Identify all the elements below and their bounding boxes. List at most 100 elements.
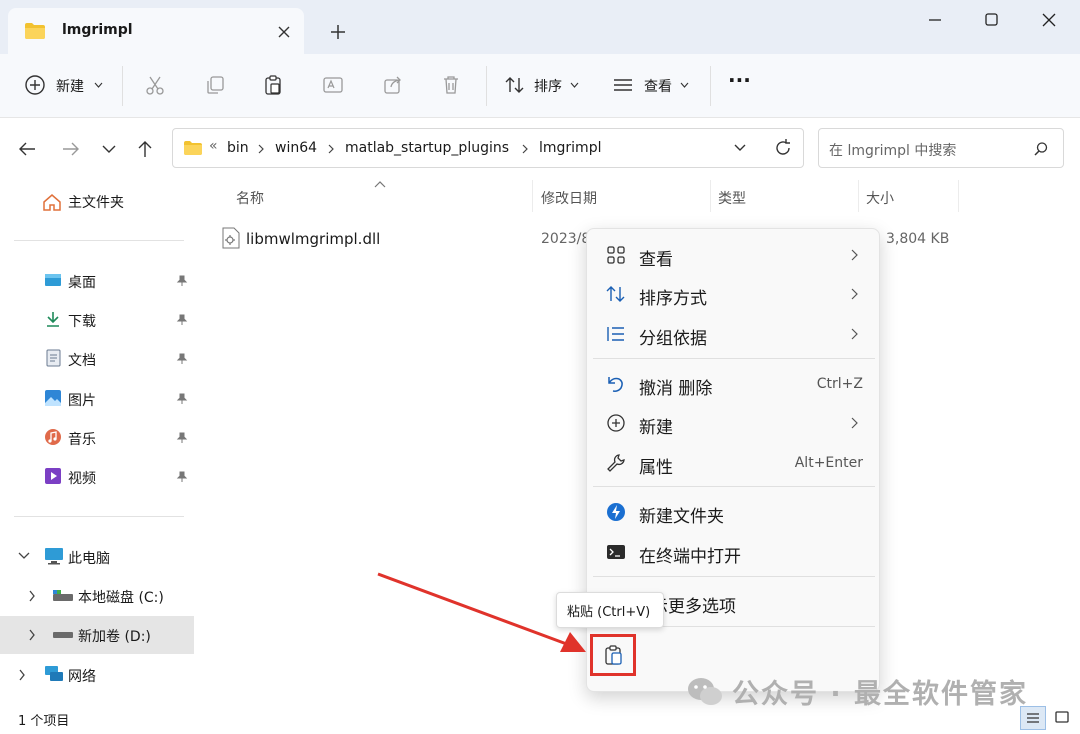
sidebar-item-network[interactable]: 网络 bbox=[0, 656, 196, 694]
menu-item-group-by[interactable]: 分组依据 bbox=[587, 315, 881, 353]
sidebar-item-label: 网络 bbox=[68, 669, 96, 685]
minimize-icon[interactable] bbox=[920, 10, 950, 30]
refresh-icon[interactable] bbox=[773, 138, 793, 158]
sidebar-item-downloads[interactable]: 下载 bbox=[0, 301, 196, 339]
details-view-icon bbox=[1027, 713, 1039, 723]
plus-circle-icon bbox=[607, 414, 625, 432]
sidebar-item-documents[interactable]: 文档 bbox=[0, 340, 196, 378]
pin-icon[interactable] bbox=[176, 275, 188, 287]
sidebar-item-pictures[interactable]: 图片 bbox=[0, 380, 196, 418]
menu-item-label: 排序方式 bbox=[639, 289, 707, 309]
delete-icon[interactable] bbox=[440, 74, 462, 96]
search-icon[interactable] bbox=[1033, 141, 1049, 157]
rename-icon[interactable] bbox=[322, 74, 344, 96]
undo-icon bbox=[608, 377, 623, 392]
maximize-icon[interactable] bbox=[976, 10, 1006, 30]
chevron-right-icon[interactable] bbox=[28, 629, 36, 641]
menu-item-properties[interactable]: 属性 Alt+Enter bbox=[587, 444, 881, 482]
grid-icon bbox=[607, 246, 625, 264]
back-icon[interactable] bbox=[16, 138, 38, 160]
sidebar-item-videos[interactable]: 视频 bbox=[0, 458, 196, 496]
close-window-icon[interactable] bbox=[1034, 10, 1064, 30]
column-divider[interactable] bbox=[858, 180, 859, 212]
sidebar-separator bbox=[14, 516, 184, 517]
chevron-right-icon[interactable] bbox=[18, 669, 26, 681]
column-divider[interactable] bbox=[958, 180, 959, 212]
music-icon bbox=[45, 429, 61, 445]
breadcrumb-item[interactable]: lmgrimpl bbox=[539, 140, 601, 156]
menu-item-new-folder[interactable]: 新建文件夹 bbox=[587, 493, 881, 531]
pin-icon[interactable] bbox=[176, 353, 188, 365]
tab-close-icon[interactable] bbox=[274, 22, 294, 42]
chevron-right-icon[interactable] bbox=[28, 590, 36, 602]
chevron-right-icon bbox=[851, 328, 858, 340]
menu-item-sort[interactable]: 排序方式 bbox=[587, 275, 881, 313]
column-header-size[interactable]: 大小 bbox=[866, 188, 894, 208]
sidebar-item-label: 此电脑 bbox=[68, 551, 110, 567]
menu-item-view[interactable]: 查看 bbox=[587, 236, 881, 274]
sidebar-item-label: 桌面 bbox=[68, 275, 96, 291]
column-divider[interactable] bbox=[532, 180, 533, 212]
share-icon[interactable] bbox=[382, 74, 404, 96]
pin-icon[interactable] bbox=[176, 314, 188, 326]
menu-item-open-terminal[interactable]: 在终端中打开 bbox=[587, 533, 881, 571]
up-icon[interactable] bbox=[134, 138, 156, 160]
menu-item-undo-delete[interactable]: 撤消 删除 Ctrl+Z bbox=[587, 365, 881, 403]
paste-button[interactable] bbox=[590, 634, 636, 676]
cut-icon[interactable] bbox=[144, 74, 166, 96]
column-header-name[interactable]: 名称 bbox=[236, 188, 264, 208]
pin-icon[interactable] bbox=[176, 471, 188, 483]
menu-item-label: 撤消 删除 bbox=[639, 379, 713, 399]
new-tab-icon[interactable] bbox=[326, 20, 350, 44]
toolbar-separator bbox=[486, 66, 487, 106]
title-bar: lmgrimpl bbox=[0, 0, 1080, 54]
sort-icon bbox=[505, 77, 524, 93]
sidebar-item-music[interactable]: 音乐 bbox=[0, 419, 196, 457]
search-box[interactable]: 在 lmgrimpl 中搜索 bbox=[818, 128, 1064, 168]
pin-icon[interactable] bbox=[176, 432, 188, 444]
sidebar-item-drive-d[interactable]: 新加卷 (D:) bbox=[0, 616, 194, 654]
chevron-right-icon bbox=[851, 417, 858, 429]
chevron-down-icon[interactable] bbox=[18, 552, 30, 560]
wechat-icon bbox=[688, 677, 722, 705]
tiles-view-toggle[interactable] bbox=[1050, 706, 1074, 730]
sidebar-item-drive-c[interactable]: 本地磁盘 (C:) bbox=[0, 577, 196, 615]
recent-locations-icon[interactable] bbox=[100, 140, 118, 158]
list-view-icon bbox=[614, 79, 632, 91]
forward-icon[interactable] bbox=[60, 138, 82, 160]
pin-icon[interactable] bbox=[176, 393, 188, 405]
sidebar-item-label: 下载 bbox=[68, 314, 96, 330]
sidebar-item-label: 新加卷 (D:) bbox=[78, 629, 151, 645]
sidebar-item-home[interactable]: 主文件夹 bbox=[0, 182, 196, 220]
copy-icon[interactable] bbox=[204, 74, 226, 96]
menu-item-new[interactable]: 新建 bbox=[587, 404, 881, 442]
lightning-icon bbox=[607, 503, 625, 521]
menu-separator bbox=[593, 486, 875, 487]
column-divider[interactable] bbox=[710, 180, 711, 212]
menu-item-label: 分组依据 bbox=[639, 329, 707, 349]
chevron-down-icon bbox=[680, 82, 689, 88]
chevron-right-icon bbox=[328, 144, 334, 154]
sidebar-item-label: 图片 bbox=[68, 393, 96, 409]
chevron-down-icon[interactable] bbox=[733, 143, 747, 153]
chevron-right-icon bbox=[522, 144, 528, 154]
sidebar-item-desktop[interactable]: 桌面 bbox=[0, 262, 196, 300]
desktop-icon bbox=[45, 274, 61, 286]
status-item-count: 1 个项目 bbox=[18, 714, 70, 729]
breadcrumb-overflow[interactable]: « bbox=[209, 138, 218, 154]
drive-icon bbox=[53, 632, 73, 638]
file-size: 3,804 KB bbox=[886, 231, 950, 247]
breadcrumb-item[interactable]: bin bbox=[227, 140, 249, 156]
toolbar-separator bbox=[710, 66, 711, 106]
column-header-modified[interactable]: 修改日期 bbox=[541, 188, 597, 208]
address-bar[interactable]: « bin win64 matlab_startup_plugins lmgri… bbox=[172, 128, 804, 168]
tab-active[interactable]: lmgrimpl bbox=[8, 8, 304, 54]
breadcrumb-item[interactable]: matlab_startup_plugins bbox=[345, 140, 509, 156]
sidebar-item-label: 文档 bbox=[68, 353, 96, 369]
paste-icon[interactable] bbox=[262, 74, 284, 96]
column-header-type[interactable]: 类型 bbox=[718, 188, 746, 208]
breadcrumb-item[interactable]: win64 bbox=[275, 140, 317, 156]
more-button[interactable]: ··· bbox=[728, 68, 751, 92]
terminal-icon bbox=[607, 545, 625, 559]
sidebar-item-this-pc[interactable]: 此电脑 bbox=[0, 538, 196, 576]
